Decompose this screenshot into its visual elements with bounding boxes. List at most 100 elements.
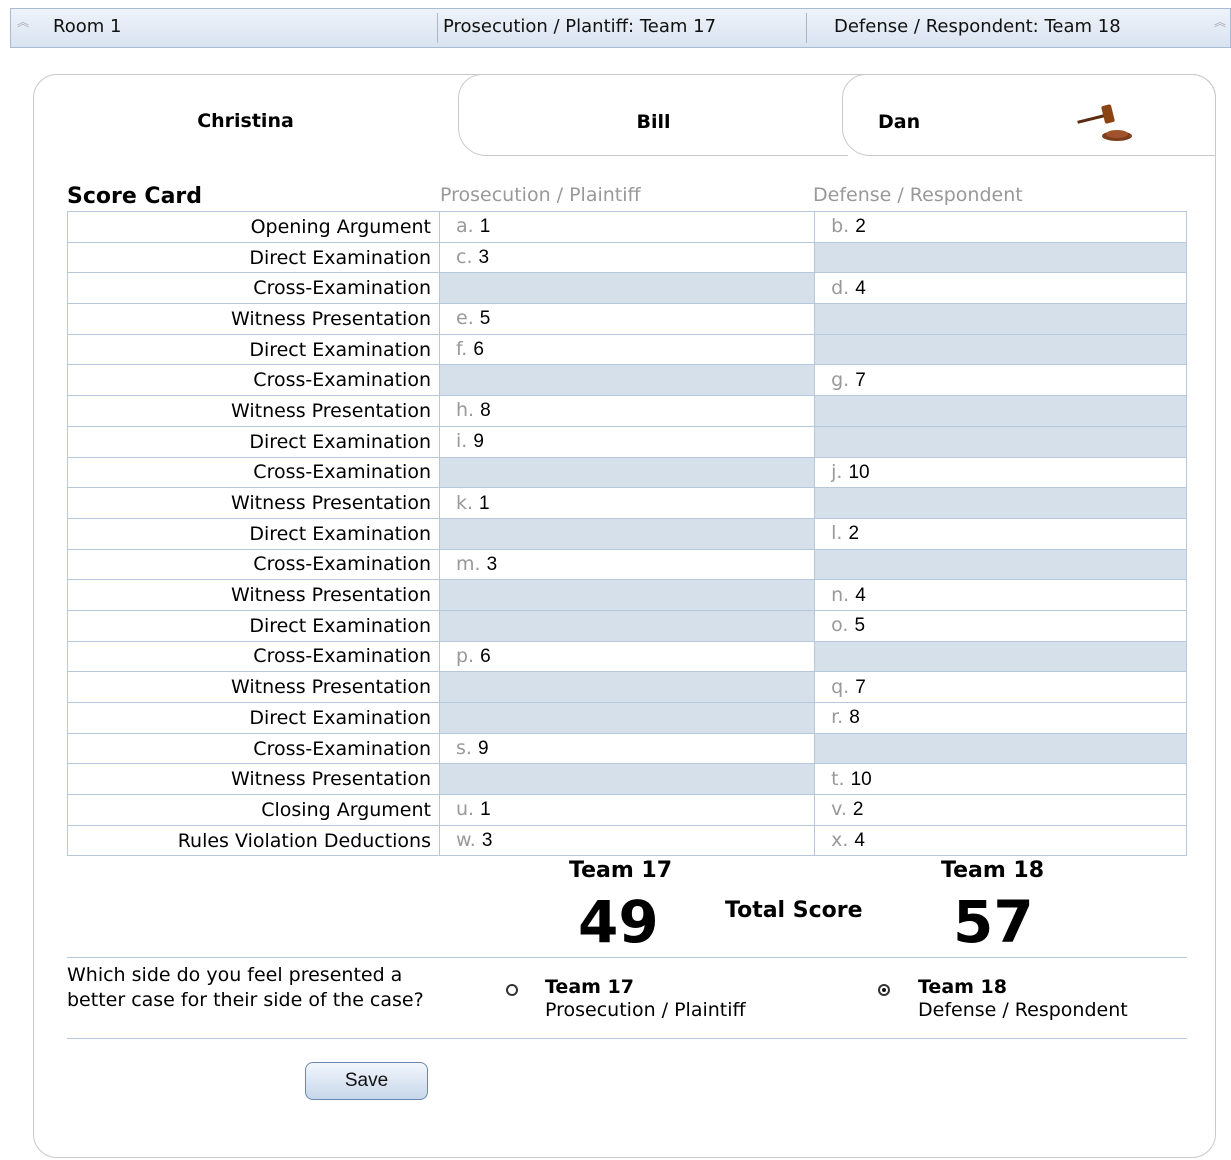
option-team-17-side: Prosecution / Plaintiff	[545, 999, 746, 1021]
option-team-17-label: Team 17	[545, 976, 634, 998]
prosecution-score-cell[interactable]: u. 1	[438, 794, 816, 826]
defense-score-cell[interactable]: n. 4	[814, 579, 1187, 611]
defense-score-cell[interactable]: o. 5	[814, 609, 1187, 642]
prosecution-score-cell[interactable]: a. 1	[438, 211, 816, 243]
defense-team-heading: Team 18	[941, 858, 1045, 883]
prosecution-score-cell[interactable]: m. 3	[438, 548, 816, 581]
defense-score-cell[interactable]: v. 2	[814, 794, 1187, 826]
prosecution-team-heading: Team 17	[569, 858, 673, 883]
score-value: 2	[848, 523, 860, 545]
defense-score-cell[interactable]: b. 2	[814, 211, 1187, 243]
save-button[interactable]: Save	[305, 1062, 428, 1100]
defense-score-cell[interactable]: q. 7	[814, 671, 1187, 703]
table-row: Cross-Examination s. 9	[67, 732, 1187, 765]
item-letter: l.	[831, 522, 843, 545]
table-row: Witness Presentation n. 4	[67, 579, 1187, 611]
room-label: Room 1	[53, 16, 122, 37]
table-row: Cross-Examination j. 10	[67, 456, 1187, 489]
item-letter: w.	[456, 829, 476, 852]
score-table: Opening Argument a. 1 b. 2 Direct Examination…	[67, 211, 1187, 857]
prosecution-score-cell[interactable]: i. 9	[438, 425, 816, 458]
double-chevron-up-icon[interactable]: ︽	[1214, 16, 1228, 31]
table-row: Direct Examination o. 5	[67, 609, 1187, 642]
defense-score-cell[interactable]: d. 4	[814, 272, 1187, 305]
score-value: 2	[855, 216, 866, 238]
divider	[806, 13, 807, 43]
item-letter: s.	[456, 737, 472, 760]
row-label: Cross-Examination	[67, 272, 440, 305]
item-letter: i.	[456, 430, 468, 453]
table-row: Opening Argument a. 1 b. 2	[67, 211, 1187, 243]
defense-score-cell	[814, 732, 1187, 765]
tab-bill[interactable]: Bill	[458, 74, 848, 156]
prosecution-score-cell[interactable]: e. 5	[438, 303, 816, 335]
row-label: Direct Examination	[67, 241, 440, 274]
item-letter: v.	[831, 798, 847, 821]
table-row: Direct Examination i. 9	[67, 425, 1187, 458]
row-label: Cross-Examination	[67, 364, 440, 397]
defense-score-cell[interactable]: r. 8	[814, 702, 1187, 734]
score-value: 3	[486, 553, 498, 575]
tab-label: Dan	[878, 111, 921, 133]
score-value: 6	[480, 645, 491, 667]
radio-team-17[interactable]	[506, 984, 518, 996]
score-value: 8	[480, 400, 491, 422]
prosecution-score-cell[interactable]: s. 9	[438, 732, 816, 765]
score-value: 10	[848, 461, 870, 483]
row-label: Witness Presentation	[67, 487, 440, 519]
item-letter: j.	[831, 460, 843, 483]
prosecution-score-cell[interactable]: k. 1	[438, 487, 816, 519]
row-label: Cross-Examination	[67, 640, 440, 673]
prosecution-score-cell[interactable]: h. 8	[438, 395, 816, 427]
table-row: Witness Presentation t. 10	[67, 763, 1187, 796]
prosecution-score-cell	[438, 456, 816, 489]
defense-score-cell	[814, 241, 1187, 274]
score-value: 9	[473, 431, 484, 453]
table-row: Cross-Examination p. 6	[67, 640, 1187, 673]
item-letter: x.	[831, 829, 849, 852]
item-letter: r.	[831, 706, 844, 729]
table-row: Witness Presentation h. 8	[67, 395, 1187, 427]
item-letter: m.	[456, 552, 481, 575]
row-label: Closing Argument	[67, 794, 440, 826]
tab-label: Christina	[197, 110, 294, 132]
prosecution-score-cell[interactable]: w. 3	[438, 824, 816, 857]
prosecution-score-cell	[438, 579, 816, 611]
defense-score-cell	[814, 640, 1187, 673]
item-letter: o.	[831, 614, 849, 637]
score-value: 1	[479, 216, 491, 238]
double-chevron-up-icon[interactable]: ︽	[17, 16, 31, 31]
item-letter: a.	[456, 215, 474, 238]
item-letter: p.	[456, 644, 475, 667]
defense-score-cell[interactable]: g. 7	[814, 364, 1187, 397]
defense-score-cell[interactable]: x. 4	[814, 824, 1187, 857]
item-letter: q.	[831, 675, 850, 698]
prosecution-score-cell[interactable]: f. 6	[438, 333, 816, 366]
item-letter: b.	[831, 215, 850, 238]
score-value: 8	[849, 707, 860, 729]
item-letter: k.	[456, 491, 474, 514]
defense-score-cell[interactable]: l. 2	[814, 517, 1187, 550]
defense-score-cell	[814, 548, 1187, 581]
defense-score-cell[interactable]: j. 10	[814, 456, 1187, 489]
row-label: Cross-Examination	[67, 548, 440, 581]
score-value: 7	[855, 676, 866, 698]
tab-christina[interactable]: Christina	[33, 74, 458, 156]
radio-team-18[interactable]	[878, 984, 890, 996]
row-label: Rules Violation Deductions	[67, 824, 440, 857]
defense-score-cell[interactable]: t. 10	[814, 763, 1187, 796]
table-row: Direct Examination l. 2	[67, 517, 1187, 550]
table-row: Closing Argument u. 1 v. 2	[67, 794, 1187, 826]
prosecution-score-cell[interactable]: c. 3	[438, 241, 816, 274]
row-label: Direct Examination	[67, 517, 440, 550]
score-value: 5	[479, 308, 491, 330]
row-label: Witness Presentation	[67, 579, 440, 611]
tab-dan[interactable]: Dan	[842, 74, 1216, 156]
scorecard-title: Score Card	[67, 184, 203, 209]
item-letter: g.	[831, 368, 850, 391]
item-letter: e.	[456, 307, 474, 330]
prosecution-total-score: 49	[578, 888, 659, 956]
option-team-18-label: Team 18	[918, 976, 1007, 998]
prosecution-score-cell[interactable]: p. 6	[438, 640, 816, 673]
score-value: 4	[855, 277, 866, 299]
